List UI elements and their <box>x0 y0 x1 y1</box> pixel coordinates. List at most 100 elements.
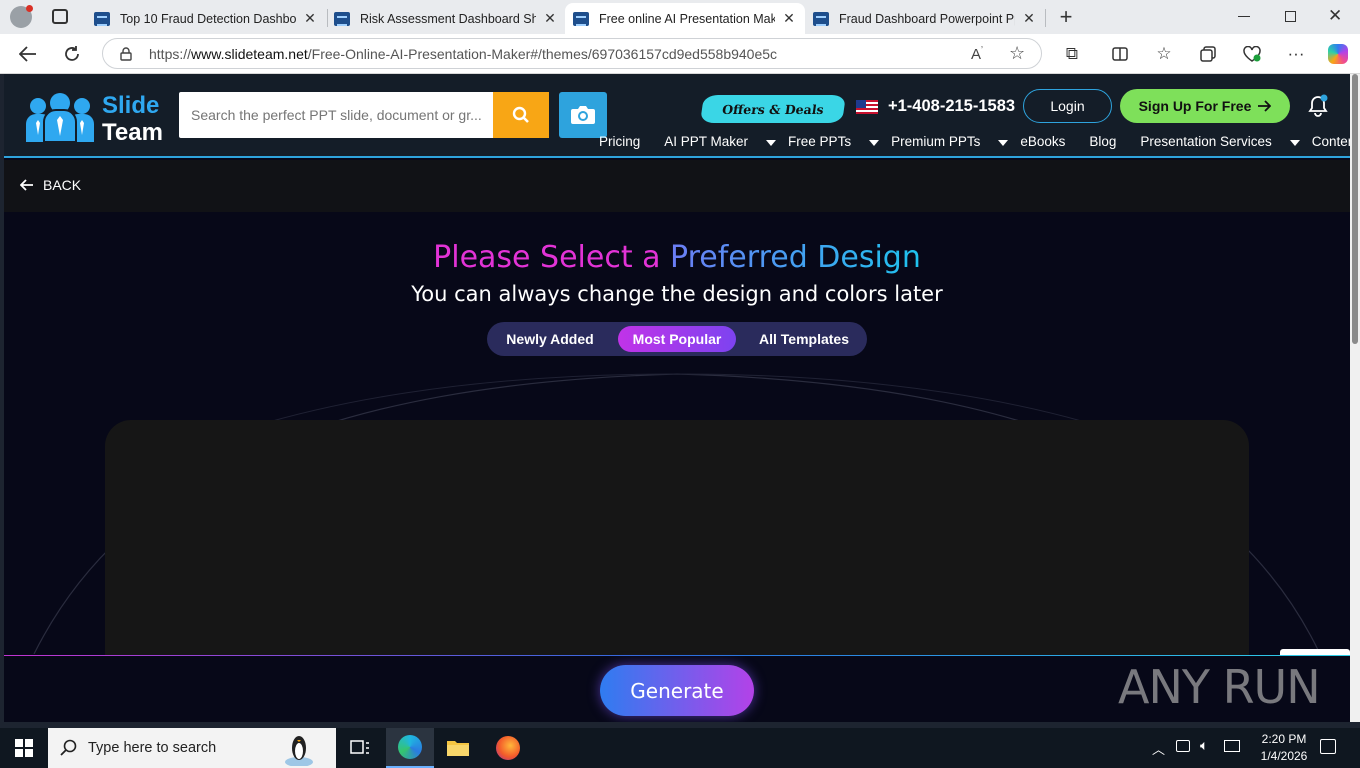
close-window-button[interactable]: ✕ <box>1328 6 1342 26</box>
slideteam-favicon-icon <box>813 11 829 26</box>
generate-button[interactable]: Generate <box>600 665 754 716</box>
more-options-icon[interactable]: ··· <box>1282 40 1310 68</box>
close-tab-icon[interactable]: ✕ <box>302 10 318 27</box>
login-button[interactable]: Login <box>1023 89 1112 123</box>
site-header: Slide Team Offers & Deals +1-408-215-158… <box>4 74 1350 158</box>
back-bar: BACK <box>4 160 1350 212</box>
close-tab-icon[interactable]: ✕ <box>542 10 558 27</box>
signup-label: Sign Up For Free <box>1138 98 1252 114</box>
file-explorer-icon[interactable] <box>434 728 482 768</box>
arrow-right-icon <box>1258 100 1272 112</box>
site-search-box[interactable] <box>179 92 493 138</box>
heading-part-1: Please Select a <box>433 240 661 275</box>
page-heading: Please Select a Preferred Design <box>4 240 1350 275</box>
nav-item-premium-ppts[interactable]: Premium PPTs <box>891 134 1009 149</box>
logo-text-team: Team <box>102 119 163 146</box>
nav-item-presentation-services[interactable]: Presentation Services <box>1140 134 1300 149</box>
clock-date: 1/4/2026 <box>1260 749 1308 763</box>
close-tab-icon[interactable]: ✕ <box>1021 10 1037 27</box>
tab-title: Risk Assessment Dashboard Show <box>360 11 536 26</box>
taskbar-search-box[interactable]: Type here to search <box>48 728 336 768</box>
taskbar-clock[interactable]: 2:20 PM 1/4/2026 <box>1252 731 1316 765</box>
tab-actions-icon[interactable] <box>52 9 68 24</box>
back-link[interactable]: BACK <box>20 177 81 193</box>
scrollbar-thumb[interactable] <box>1352 74 1358 344</box>
slideteam-favicon-icon <box>573 11 589 26</box>
favorite-star-icon[interactable]: ☆ <box>1009 43 1025 64</box>
slideteam-logo[interactable]: Slide Team <box>24 90 164 146</box>
caret-down-icon <box>869 140 880 146</box>
notifications-icon[interactable] <box>1320 739 1336 754</box>
team-logo-icon <box>26 93 94 142</box>
tab-risk-assessment[interactable]: Risk Assessment Dashboard Show ✕ <box>326 3 566 34</box>
page-viewport: Slide Team Offers & Deals +1-408-215-158… <box>4 74 1350 722</box>
task-view-icon[interactable] <box>336 728 384 768</box>
collections-icon[interactable] <box>1194 40 1222 68</box>
page-scrollbar[interactable] <box>1350 74 1360 722</box>
network-icon[interactable] <box>1224 740 1240 752</box>
windows-start-icon[interactable] <box>0 728 48 768</box>
search-highlight-penguin-icon <box>284 730 314 767</box>
windows-taskbar: Type here to search ︿ 🔈︎ 2:20 PM 1/4/202… <box>0 728 1360 768</box>
nav-item-ai-ppt-maker[interactable]: AI PPT Maker <box>664 134 777 149</box>
minimize-button[interactable] <box>1238 16 1250 17</box>
camera-icon <box>571 106 595 124</box>
slideteam-favicon-icon <box>94 11 110 26</box>
nav-item-pricing[interactable]: Pricing <box>599 134 652 149</box>
notification-bell-icon[interactable] <box>1307 94 1329 118</box>
tab-title: Fraud Dashboard Powerpoint Ppt <box>839 11 1015 26</box>
caret-down-icon <box>766 140 777 146</box>
phone-number[interactable]: +1-408-215-1583 <box>888 97 1015 116</box>
meet-now-icon[interactable] <box>1176 740 1190 752</box>
split-screen-icon[interactable] <box>1106 40 1134 68</box>
tab-newly-added[interactable]: Newly Added <box>499 326 601 352</box>
lock-icon[interactable] <box>120 47 132 61</box>
firefox-icon[interactable] <box>484 728 532 768</box>
logo-text-slide: Slide <box>102 92 160 119</box>
restore-button[interactable] <box>1285 11 1296 22</box>
slideteam-favicon-icon <box>334 11 350 26</box>
tab-most-popular[interactable]: Most Popular <box>618 326 736 352</box>
clock-time: 2:20 PM <box>1261 732 1307 746</box>
close-tab-icon[interactable]: ✕ <box>781 10 797 27</box>
edge-taskbar-icon[interactable] <box>386 728 434 768</box>
tab-fraud-detection[interactable]: Top 10 Fraud Detection Dashboar ✕ <box>86 3 326 34</box>
extensions-icon[interactable]: ⧉ <box>1058 40 1086 68</box>
tab-all-templates[interactable]: All Templates <box>751 326 857 352</box>
back-arrow-icon[interactable] <box>14 40 42 68</box>
taskbar-search-placeholder: Type here to search <box>88 740 217 756</box>
tab-separator <box>1045 9 1046 27</box>
nav-item-content-services[interactable]: Content Services <box>1312 134 1350 149</box>
reload-icon[interactable] <box>58 40 86 68</box>
copilot-icon[interactable] <box>1324 40 1352 68</box>
arrow-left-icon <box>20 179 33 191</box>
nav-item-ebooks[interactable]: eBooks <box>1020 134 1077 149</box>
tab-fraud-dashboard[interactable]: Fraud Dashboard Powerpoint Ppt ✕ <box>805 3 1045 34</box>
signup-button[interactable]: Sign Up For Free <box>1120 89 1290 123</box>
volume-icon[interactable]: 🔈︎ <box>1200 737 1208 754</box>
nav-item-free-ppts[interactable]: Free PPTs <box>788 134 880 149</box>
search-icon <box>512 106 529 123</box>
address-bar[interactable]: https://www.slideteam.net/Free-Online-AI… <box>102 38 1042 69</box>
main-nav-menu: Pricing AI PPT Maker Free PPTs Premium P… <box>599 134 1350 149</box>
search-icon <box>60 739 77 756</box>
show-hidden-icons-icon[interactable]: ︿ <box>1152 739 1165 758</box>
image-search-button[interactable] <box>559 92 607 138</box>
favorites-icon[interactable]: ☆ <box>1150 40 1178 68</box>
back-label: BACK <box>43 177 82 193</box>
offers-deals-badge[interactable]: Offers & Deals <box>700 95 846 123</box>
read-aloud-icon[interactable]: Aʼ <box>971 45 983 63</box>
nav-item-blog[interactable]: Blog <box>1089 134 1128 149</box>
new-tab-button[interactable]: + <box>1055 4 1077 30</box>
tab-ai-presentation-maker[interactable]: Free online AI Presentation Maker ✕ <box>565 3 805 34</box>
page-subheading: You can always change the design and col… <box>411 282 943 306</box>
us-flag-icon <box>856 100 878 114</box>
browser-essentials-icon[interactable] <box>1238 40 1266 68</box>
site-search-input[interactable] <box>179 92 493 138</box>
template-filter-toggle: Newly Added Most Popular All Templates <box>487 322 867 356</box>
profile-icon[interactable] <box>10 5 33 28</box>
browser-tab-strip: Top 10 Fraud Detection Dashboar ✕ Risk A… <box>0 0 1360 34</box>
site-search-button[interactable] <box>493 92 549 138</box>
url-text: https://www.slideteam.net/Free-Online-AI… <box>149 46 778 62</box>
tab-title: Free online AI Presentation Maker <box>599 11 775 26</box>
